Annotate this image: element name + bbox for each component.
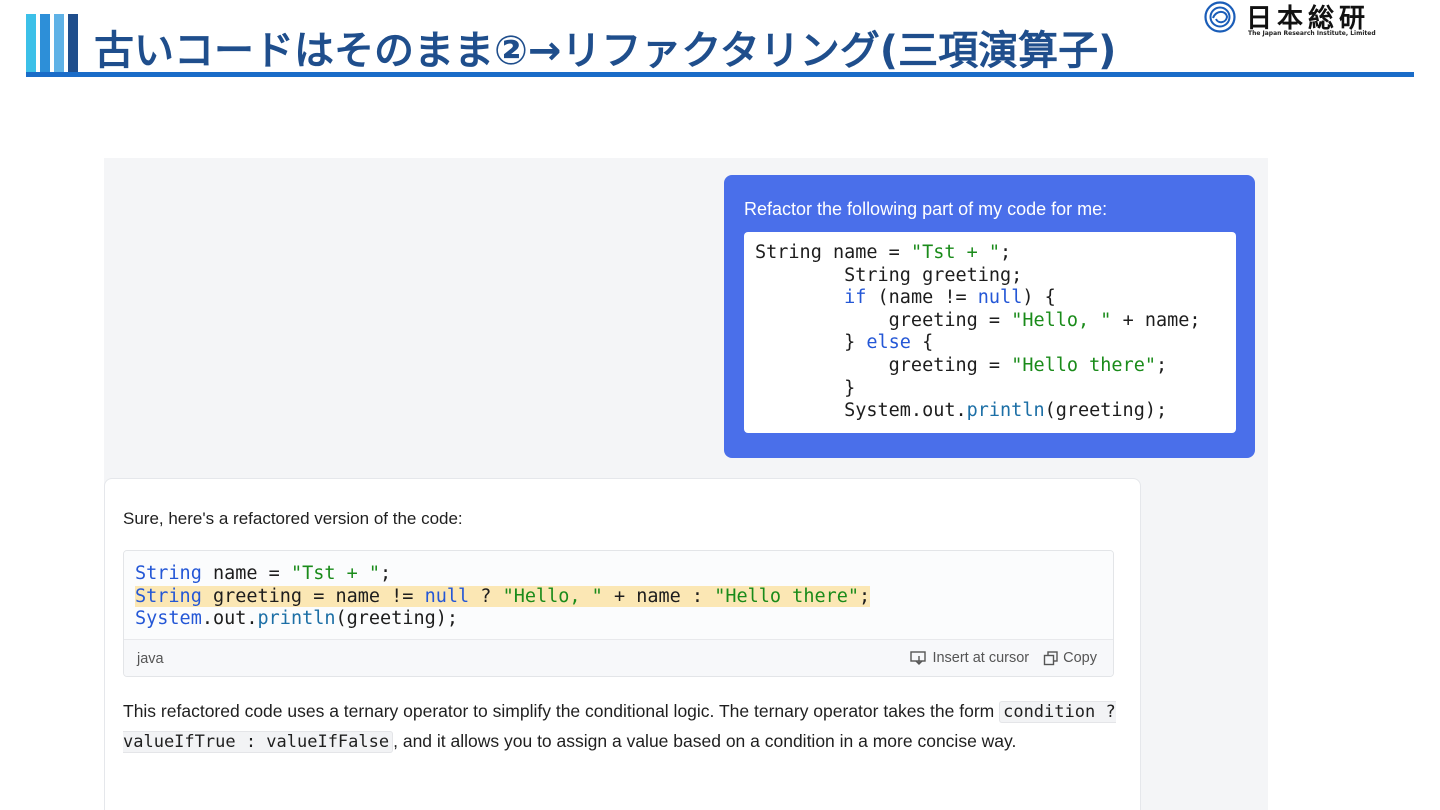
code-token: if <box>844 287 867 309</box>
code-token: + name : <box>602 585 715 607</box>
code-line: } else { <box>755 332 1236 355</box>
code-token: String <box>135 563 202 584</box>
code-line: String greeting; <box>755 265 1236 288</box>
code-token: "Tst + " <box>910 242 1001 263</box>
code-line: System.out.println(greeting); <box>135 608 1113 631</box>
code-line: if (name != null) { <box>755 287 1236 310</box>
code-token: else <box>866 332 911 354</box>
slide-title: 古いコードはそのまま②→リファクタリング(三項演算子) <box>94 28 1117 74</box>
copy-icon <box>1043 650 1058 665</box>
code-token: ; <box>1155 354 1168 376</box>
code-token: String name = <box>755 242 911 263</box>
code-token: ? <box>469 585 503 607</box>
assistant-explanation: This refactored code uses a ternary oper… <box>123 697 1123 756</box>
code-line: greeting = "Hello, " + name; <box>755 310 1236 333</box>
code-token: println <box>257 608 336 630</box>
code-block-footer: java Insert at cursor Copy <box>124 639 1113 676</box>
code-token: (greeting); <box>335 608 459 630</box>
code-token: } <box>755 377 856 399</box>
code-token: } <box>755 332 867 354</box>
user-prompt-text: Refactor the following part of my code f… <box>744 199 1108 219</box>
code-token: "Hello, " <box>502 585 603 607</box>
code-token: println <box>966 400 1045 422</box>
user-code-block: String name = "Tst + "; String greeting;… <box>744 232 1236 433</box>
copy-button[interactable]: Copy <box>1043 650 1097 666</box>
code-token: name = <box>201 563 291 584</box>
code-token: String greeting; <box>755 264 1023 286</box>
insert-at-cursor-label: Insert at cursor <box>932 650 1030 666</box>
code-line: greeting = "Hello there"; <box>755 355 1236 378</box>
code-language-label: java <box>137 651 164 667</box>
code-line: } <box>755 378 1236 401</box>
assistant-intro-text: Sure, here's a refactored version of the… <box>123 509 463 528</box>
highlighted-code-line: String greeting = name != null ? "Hello,… <box>135 585 1113 609</box>
header-rule <box>26 72 1414 77</box>
code-token: greeting = <box>755 309 1012 331</box>
accent-bar-1 <box>26 14 36 72</box>
code-token: null <box>977 287 1023 309</box>
explanation-text-end: , and it allows you to assign a value ba… <box>393 730 1017 751</box>
code-token: + name; <box>1111 309 1201 331</box>
title-accent-bars <box>26 14 82 72</box>
code-token: (name != <box>866 287 978 309</box>
jri-logo-icon <box>1204 1 1236 33</box>
code-token: "Hello, " <box>1011 309 1112 331</box>
code-token: .out. <box>201 608 258 630</box>
company-logo: 日本総研 The Japan Research Institute, Limit… <box>1204 0 1414 40</box>
code-token: "Hello there" <box>714 585 860 607</box>
accent-bar-3 <box>54 14 64 72</box>
refactored-code-block: String name = "Tst + "; String greeting =… <box>123 550 1114 677</box>
code-actions: Insert at cursor Copy <box>910 650 1097 666</box>
logo-subtitle: The Japan Research Institute, Limited <box>1248 30 1376 37</box>
code-token: ) { <box>1022 287 1056 309</box>
insert-at-cursor-button[interactable]: Insert at cursor <box>910 650 1029 666</box>
user-message-bubble: Refactor the following part of my code f… <box>724 175 1255 458</box>
code-token: "Hello there" <box>1011 354 1156 376</box>
accent-bar-2 <box>40 14 50 72</box>
copy-label: Copy <box>1063 650 1097 666</box>
code-token: System.out. <box>755 400 967 422</box>
code-token: (greeting); <box>1044 400 1168 422</box>
code-token: System <box>135 608 202 630</box>
insert-at-cursor-icon <box>910 651 927 665</box>
explanation-text-start: This refactored code uses a ternary oper… <box>123 701 1000 721</box>
accent-bar-4 <box>68 14 78 72</box>
code-line: String name = "Tst + "; <box>755 242 1236 265</box>
chat-panel: Refactor the following part of my code f… <box>104 158 1268 810</box>
refactored-code[interactable]: String name = "Tst + "; String greeting =… <box>124 551 1113 639</box>
code-token: { <box>910 332 934 354</box>
code-token: null <box>424 585 470 607</box>
code-token: ; <box>859 585 871 607</box>
assistant-message: Sure, here's a refactored version of the… <box>104 478 1141 810</box>
code-line: System.out.println(greeting); <box>755 400 1236 423</box>
code-token: String <box>135 585 202 607</box>
code-line: String name = "Tst + "; <box>135 563 1113 586</box>
code-token: greeting = name != <box>201 585 425 607</box>
code-token: "Tst + " <box>290 563 381 584</box>
code-token: greeting = <box>755 354 1012 376</box>
code-token: ; <box>1000 242 1012 263</box>
code-token: ; <box>380 563 392 584</box>
